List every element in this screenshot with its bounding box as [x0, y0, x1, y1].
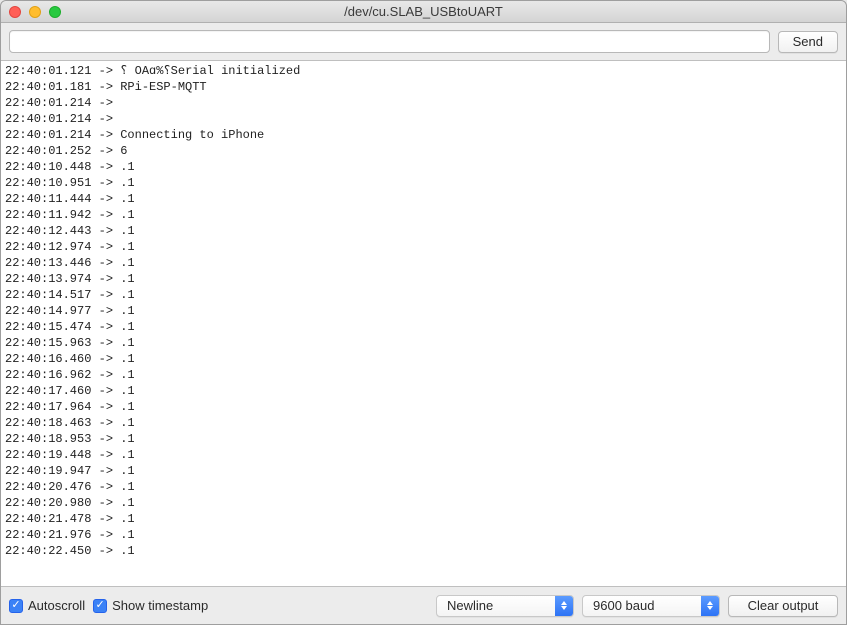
select-arrows-icon [555, 596, 573, 616]
line-ending-select[interactable]: Newline [436, 595, 574, 617]
show-timestamp-label: Show timestamp [112, 598, 208, 613]
maximize-window-button[interactable] [49, 6, 61, 18]
toolbar: Send [1, 23, 846, 61]
check-icon: ✓ [9, 599, 23, 613]
traffic-lights [9, 6, 61, 18]
titlebar: /dev/cu.SLAB_USBtoUART [1, 1, 846, 23]
serial-monitor-window: /dev/cu.SLAB_USBtoUART Send 22:40:01.121… [0, 0, 847, 625]
line-ending-value: Newline [447, 598, 493, 613]
check-icon: ✓ [93, 599, 107, 613]
baud-rate-value: 9600 baud [593, 598, 654, 613]
clear-output-button[interactable]: Clear output [728, 595, 838, 617]
close-window-button[interactable] [9, 6, 21, 18]
send-button[interactable]: Send [778, 31, 838, 53]
console-output[interactable]: 22:40:01.121 -> ⸮ OAɑ%⸮Serial initialize… [1, 61, 846, 586]
serial-input[interactable] [9, 30, 770, 53]
minimize-window-button[interactable] [29, 6, 41, 18]
baud-rate-select[interactable]: 9600 baud [582, 595, 720, 617]
autoscroll-label: Autoscroll [28, 598, 85, 613]
autoscroll-checkbox[interactable]: ✓ Autoscroll [9, 598, 85, 613]
footer: ✓ Autoscroll ✓ Show timestamp Newline 96… [1, 586, 846, 624]
show-timestamp-checkbox[interactable]: ✓ Show timestamp [93, 598, 208, 613]
select-arrows-icon [701, 596, 719, 616]
window-title: /dev/cu.SLAB_USBtoUART [1, 4, 846, 19]
